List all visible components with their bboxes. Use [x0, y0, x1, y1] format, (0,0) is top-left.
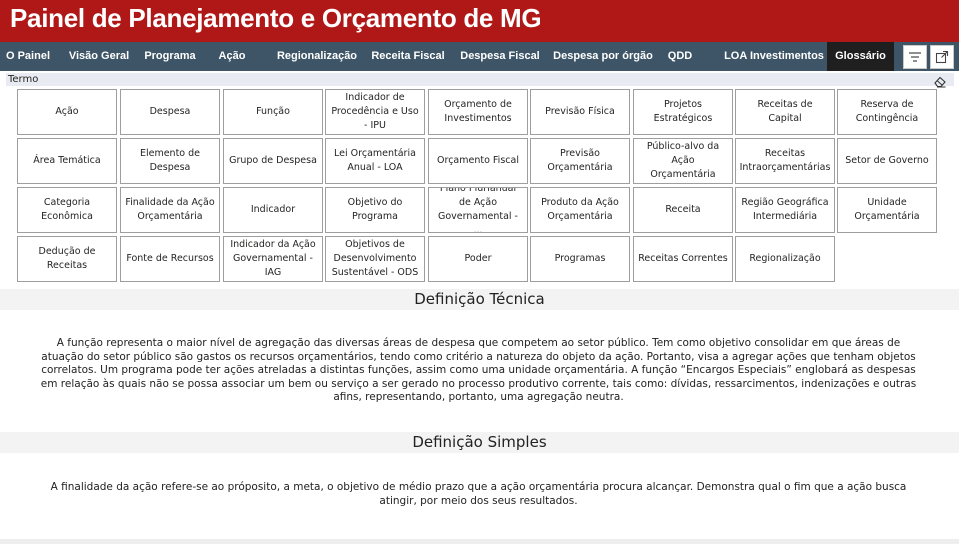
nav-tab-despesa-fiscal[interactable]: Despesa Fiscal — [458, 42, 542, 71]
filter-icon[interactable] — [903, 45, 927, 69]
term-tile[interactable]: Finalidade da Ação Orçamentária — [120, 187, 220, 233]
term-tile[interactable]: Programas — [530, 236, 630, 282]
nav-tab-acao[interactable]: Ação — [212, 42, 252, 71]
term-tile[interactable]: Indicador de Procedência e Uso - IPU — [325, 89, 425, 135]
term-tile[interactable]: Despesa — [120, 89, 220, 135]
definicao-tecnica-title: Definição Técnica — [414, 290, 545, 308]
term-tile[interactable]: Função — [223, 89, 323, 135]
term-tile[interactable]: Indicador da Ação Governamental - IAG — [223, 236, 323, 282]
term-tile[interactable]: Ação — [17, 89, 117, 135]
nav-tab-visao-geral[interactable]: Visão Geral — [62, 42, 136, 71]
term-tile[interactable]: Objetivo do Programa — [325, 187, 425, 233]
term-tile[interactable]: Receita — [633, 187, 733, 233]
term-tile[interactable]: Indicador — [223, 187, 323, 233]
term-tile[interactable]: Região Geográfica Intermediária — [735, 187, 835, 233]
term-tile[interactable]: Categoria Econômica — [17, 187, 117, 233]
term-tile[interactable]: Projetos Estratégicos — [633, 89, 733, 135]
nav-tab-o-painel[interactable]: O Painel — [0, 42, 56, 71]
term-tile[interactable]: Receitas Intraorçamentárias — [735, 138, 835, 184]
nav-tab-glossario[interactable]: Glossário — [827, 42, 894, 71]
slicer-title: Termo — [8, 74, 39, 85]
term-tile[interactable]: Área Temática — [17, 138, 117, 184]
term-tile[interactable]: Orçamento de Investimentos — [428, 89, 528, 135]
term-tile[interactable]: Unidade Orçamentária — [837, 187, 937, 233]
app-title: Painel de Planejamento e Orçamento de MG — [10, 3, 542, 33]
slicer-header — [6, 73, 954, 86]
nav-tab-despesa-por-orgao[interactable]: Despesa por órgão — [552, 42, 654, 71]
bottom-divider — [0, 539, 959, 544]
definicao-simples-text: A finalidade da ação refere-se ao própos… — [50, 481, 907, 507]
definicao-simples-title: Definição Simples — [412, 433, 547, 451]
nav-tab-loa-investimentos[interactable]: LOA Investimentos — [724, 42, 824, 71]
term-tile[interactable]: Reserva de Contingência — [837, 89, 937, 135]
term-tile[interactable]: Público-alvo da Ação Orçamentária — [633, 138, 733, 184]
expand-icon[interactable] — [930, 45, 954, 69]
nav-tab-programa[interactable]: Programa — [140, 42, 200, 71]
nav-bar: O Painel Visão Geral Programa Ação Regio… — [0, 42, 959, 71]
app-header: Painel de Planejamento e Orçamento de MG — [0, 0, 959, 42]
term-tile[interactable]: Setor de Governo — [837, 138, 937, 184]
term-tile[interactable]: Previsão Física — [530, 89, 630, 135]
definicao-tecnica-text: A função representa o maior nível de agr… — [40, 337, 917, 403]
term-tile[interactable]: Orçamento Fiscal — [428, 138, 528, 184]
term-tile[interactable]: Receitas Correntes — [633, 236, 733, 282]
term-tile[interactable]: Plano Plurianual de Ação Governamental -… — [428, 187, 528, 233]
term-tile[interactable]: Poder — [428, 236, 528, 282]
term-tile[interactable]: Lei Orçamentária Anual - LOA — [325, 138, 425, 184]
term-tile[interactable]: Elemento de Despesa — [120, 138, 220, 184]
term-tile[interactable]: Objetivos de Desenvolvimento Sustentável… — [325, 236, 425, 282]
nav-tab-qdd[interactable]: QDD — [664, 42, 696, 71]
term-tile[interactable]: Receitas de Capital — [735, 89, 835, 135]
term-tile[interactable]: Grupo de Despesa — [223, 138, 323, 184]
term-tile[interactable]: Previsão Orçamentária — [530, 138, 630, 184]
eraser-icon[interactable] — [933, 73, 947, 88]
nav-tab-receita-fiscal[interactable]: Receita Fiscal — [368, 42, 448, 71]
nav-tab-regionalizacao[interactable]: Regionalização — [276, 42, 358, 71]
term-tile[interactable]: Dedução de Receitas — [17, 236, 117, 282]
term-tile[interactable]: Regionalização — [735, 236, 835, 282]
term-tile[interactable]: Produto da Ação Orçamentária — [530, 187, 630, 233]
term-tile[interactable]: Fonte de Recursos — [120, 236, 220, 282]
